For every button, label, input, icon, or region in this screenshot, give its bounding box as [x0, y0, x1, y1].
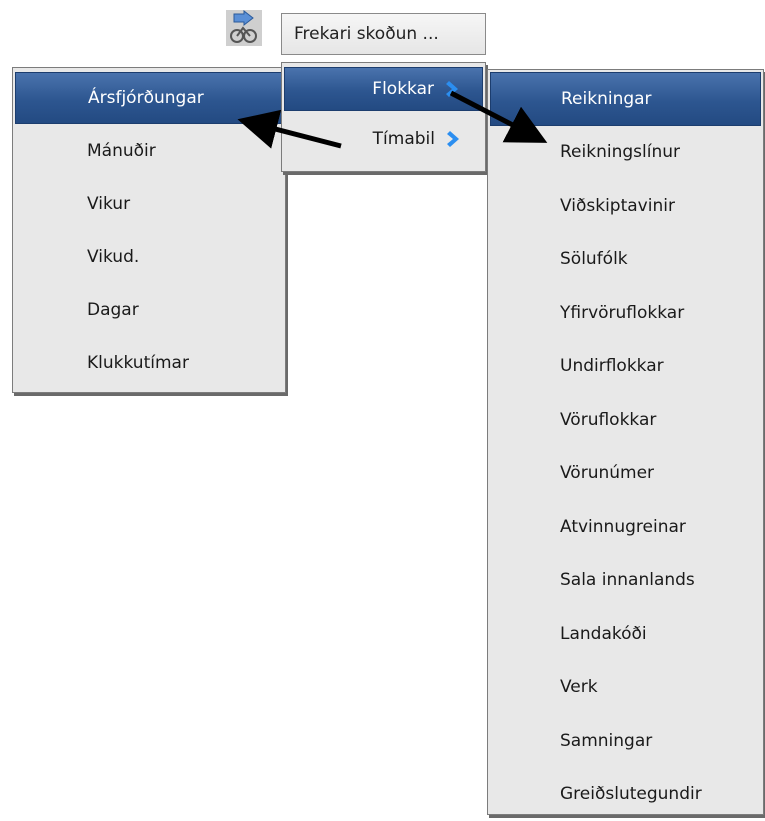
menu-item-contracts[interactable]: Samningar	[490, 714, 761, 768]
menu-item-label: Tímabil	[372, 129, 435, 149]
menu-item-subcategories[interactable]: Undirflokkar	[490, 340, 761, 394]
menu-item-label: Greiðslutegundir	[560, 784, 702, 805]
chevron-right-icon	[446, 81, 458, 97]
menu-item-product-categories[interactable]: Vöruflokkar	[490, 393, 761, 447]
menu-item-domestic-sales[interactable]: Sala innanlands	[490, 554, 761, 608]
menu-item-time-period[interactable]: Tímabil	[284, 117, 483, 161]
chevron-right-icon	[447, 131, 459, 147]
menu-item-customers[interactable]: Viðskiptavinir	[490, 179, 761, 233]
categories-submenu: Reikningar Reikningslínur Viðskiptavinir…	[487, 69, 764, 815]
menu-item-salespeople[interactable]: Sölufólk	[490, 233, 761, 287]
more-views-menu: Flokkar Tímabil	[281, 62, 486, 172]
menu-item-label: Sala innanlands	[560, 570, 695, 591]
more-views-button[interactable]: Frekari skoðun ...	[281, 13, 486, 55]
menu-item-industries[interactable]: Atvinnugreinar	[490, 500, 761, 554]
menu-item-invoice-lines[interactable]: Reikningslínur	[490, 126, 761, 180]
menu-item-label: Vikur	[87, 194, 131, 214]
menu-item-label: Ársfjórðungar	[88, 88, 204, 108]
menu-item-label: Vöruflokkar	[560, 409, 657, 430]
menu-item-hours[interactable]: Klukkutímar	[15, 337, 283, 389]
menu-item-label: Atvinnugreinar	[560, 516, 686, 537]
menu-item-label: Mánuðir	[87, 141, 156, 161]
menu-item-label: Reikningar	[561, 88, 652, 109]
menu-item-label: Undirflokkar	[560, 356, 664, 377]
menu-item-weeks[interactable]: Vikur	[15, 178, 283, 230]
menu-item-invoices[interactable]: Reikningar	[490, 72, 761, 126]
menu-item-days[interactable]: Dagar	[15, 284, 283, 336]
menu-item-projects[interactable]: Verk	[490, 661, 761, 715]
menu-item-label: Sölufólk	[560, 249, 628, 270]
menu-item-label: Reikningslínur	[560, 142, 680, 163]
menu-item-label: Yfirvöruflokkar	[560, 302, 685, 323]
menu-item-label: Vörunúmer	[560, 463, 655, 484]
menu-item-categories[interactable]: Flokkar	[284, 67, 483, 111]
menu-item-country-code[interactable]: Landakóði	[490, 607, 761, 661]
menu-item-payment-types[interactable]: Greiðslutegundir	[490, 768, 761, 821]
menu-item-label: Samningar	[560, 730, 653, 751]
menu-item-quarters[interactable]: Ársfjórðungar	[15, 72, 283, 124]
menu-item-months[interactable]: Mánuðir	[15, 125, 283, 177]
more-views-label: Frekari skoðun ...	[294, 24, 439, 44]
menu-item-label: Landakóði	[560, 623, 647, 644]
time-period-submenu: Ársfjórðungar Mánuðir Vikur Vikud. Dagar…	[12, 67, 286, 393]
menu-item-label: Verk	[560, 677, 598, 698]
menu-item-product-numbers[interactable]: Vörunúmer	[490, 447, 761, 501]
menu-item-label: Dagar	[87, 300, 139, 320]
menu-item-label: Vikud.	[87, 247, 140, 267]
menu-item-label: Viðskiptavinir	[560, 195, 675, 216]
menu-item-label: Flokkar	[372, 79, 434, 99]
views-icon[interactable]	[226, 10, 262, 46]
stage: Frekari skoðun ... Ársfjórðungar Mánuðir…	[0, 0, 765, 821]
menu-item-label: Klukkutímar	[87, 353, 189, 373]
menu-item-super-categories[interactable]: Yfirvöruflokkar	[490, 286, 761, 340]
menu-item-weekdays[interactable]: Vikud.	[15, 231, 283, 283]
